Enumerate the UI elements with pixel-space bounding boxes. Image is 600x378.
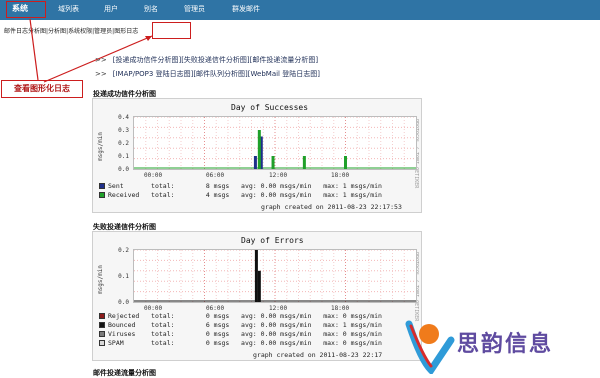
legend-swatch xyxy=(99,340,105,346)
brand-name: 思韵信息 xyxy=(457,331,554,357)
link-row-2: >> [IMAP/POP3 登陆日志图][邮件队列分析图][WebMail 登陆日… xyxy=(95,69,320,79)
graph-created-label: graph created on 2011-08-23 22:17:53 xyxy=(261,203,402,211)
nav-domain-list[interactable]: 域列表 xyxy=(58,4,79,14)
link-queue-chart[interactable]: [邮件队列分析图] xyxy=(193,70,247,78)
chart-plot-area xyxy=(133,249,417,303)
link-imap-pop3-chart[interactable]: [IMAP/POP3 登陆日志图] xyxy=(113,70,194,78)
subnav-graph-log[interactable]: 图形日志 xyxy=(114,26,138,35)
double-arrow-icon: >> xyxy=(95,70,107,78)
chart-y-label: msgs/min xyxy=(97,265,104,294)
bar-bounced xyxy=(257,270,261,302)
errors-plot-svg xyxy=(134,249,416,302)
highlight-system-box xyxy=(6,1,46,18)
x-tick-label: 06:00 xyxy=(206,305,225,312)
chart-legend: Sent total: 8 msgs avg: 0.00 msgs/min ma… xyxy=(99,182,382,200)
graph-created-label: graph created on 2011-08-23 22:17 xyxy=(253,351,383,359)
double-arrow-icon: >> xyxy=(95,56,107,64)
y-tick-label: 0.0 xyxy=(118,299,129,306)
y-tick-label: 0.1 xyxy=(118,153,129,160)
y-tick-label: 0.4 xyxy=(118,114,129,121)
y-tick-label: 0.0 xyxy=(118,166,129,173)
legend-text: Sent total: 8 msgs avg: 0.00 msgs/min ma… xyxy=(108,182,382,190)
chart-y-label: msgs/min xyxy=(97,132,104,161)
legend-swatch xyxy=(99,322,105,328)
legend-swatch xyxy=(99,331,105,337)
x-tick-label: 00:00 xyxy=(144,172,163,179)
chart-legend: Rejected total: 0 msgs avg: 0.00 msgs/mi… xyxy=(99,312,382,348)
x-tick-label: 00:00 xyxy=(144,305,163,312)
chart-panel-errors: Day of Errors msgs/min PROTOCOL / TOBI O… xyxy=(92,231,422,361)
legend-swatch xyxy=(99,313,105,319)
legend-swatch xyxy=(99,183,105,189)
chart-panel-successes: Day of Successes msgs/min PROTOCOL / TOB… xyxy=(92,98,422,213)
subnav-analysis[interactable]: 分析图 xyxy=(48,26,66,35)
link-webmail-chart[interactable]: [WebMail 登陆日志图] xyxy=(248,70,320,78)
link-failure-chart[interactable]: [失败投递信件分析图] xyxy=(181,56,249,64)
subnav-mail-log-chart[interactable]: 邮件日志分析图 xyxy=(4,26,46,35)
legend-text: Received total: 4 msgs avg: 0.00 msgs/mi… xyxy=(108,191,382,199)
chart-title: Day of Successes xyxy=(231,103,309,112)
brand-mark-icon xyxy=(405,320,455,374)
legend-text: Bounced total: 6 msgs avg: 0.00 msgs/min… xyxy=(108,321,382,329)
legend-row-sent: Sent total: 8 msgs avg: 0.00 msgs/min ma… xyxy=(99,182,382,191)
chart-title: Day of Errors xyxy=(241,236,304,245)
subnav-admin[interactable]: 管理员 xyxy=(94,26,112,35)
successes-plot-svg xyxy=(134,116,416,169)
subnav-permissions[interactable]: 系统权限 xyxy=(68,26,92,35)
y-tick-label: 0.1 xyxy=(118,273,129,280)
bar-sent xyxy=(253,156,257,169)
brand-logo: 思韵信息 xyxy=(405,318,600,374)
bar-received xyxy=(302,156,306,169)
bar-received xyxy=(271,156,275,169)
section-title-traffic: 邮件投递流量分析图 xyxy=(93,369,156,377)
legend-row-bounced: Bounced total: 6 msgs avg: 0.00 msgs/min… xyxy=(99,321,382,330)
bar-received xyxy=(344,156,347,169)
y-tick-label: 0.2 xyxy=(118,140,129,147)
sub-navigation: 邮件日志分析图|分析图|系统权限 | 管理员 | 图形日志 xyxy=(4,26,600,36)
legend-text: Rejected total: 0 msgs avg: 0.00 msgs/mi… xyxy=(108,312,382,320)
legend-row-spam: SPAM total: 0 msgs avg: 0.00 msgs/min ma… xyxy=(99,339,382,348)
link-traffic-chart[interactable]: [邮件投递流量分析图] xyxy=(250,56,318,64)
x-tick-label: 12:00 xyxy=(269,305,288,312)
nav-admin[interactable]: 管理员 xyxy=(184,4,205,14)
y-tick-label: 0.2 xyxy=(118,247,129,254)
x-tick-label: 18:00 xyxy=(331,172,350,179)
chart-plot-area xyxy=(133,116,417,170)
nav-users[interactable]: 用户 xyxy=(104,4,118,14)
legend-row-viruses: Viruses total: 0 msgs avg: 0.00 msgs/min… xyxy=(99,330,382,339)
link-row-1: >> [投递成功信件分析图][失败投递信件分析图][邮件投递流量分析图] xyxy=(95,55,318,65)
link-success-chart[interactable]: [投递成功信件分析图] xyxy=(113,56,181,64)
nav-mass-mail[interactable]: 群发邮件 xyxy=(232,4,260,14)
bar-received xyxy=(257,130,261,169)
y-tick-label: 0.3 xyxy=(118,127,129,134)
legend-row-rejected: Rejected total: 0 msgs avg: 0.00 msgs/mi… xyxy=(99,312,382,321)
legend-swatch xyxy=(99,192,105,198)
annotation-callout: 查看图形化日志 xyxy=(1,80,83,98)
legend-row-received: Received total: 4 msgs avg: 0.00 msgs/mi… xyxy=(99,191,382,200)
x-tick-label: 12:00 xyxy=(269,172,288,179)
bar-bounced xyxy=(254,250,258,302)
x-tick-label: 18:00 xyxy=(331,305,350,312)
arrow-head xyxy=(145,36,152,41)
nav-alias[interactable]: 别名 xyxy=(144,4,158,14)
highlight-graph-log-box xyxy=(152,22,191,39)
legend-text: Viruses total: 0 msgs avg: 0.00 msgs/min… xyxy=(108,330,382,338)
top-navigation: 系统 域列表 用户 别名 管理员 群发邮件 xyxy=(0,0,600,20)
legend-text: SPAM total: 0 msgs avg: 0.00 msgs/min ma… xyxy=(108,339,382,347)
x-tick-label: 06:00 xyxy=(206,172,225,179)
